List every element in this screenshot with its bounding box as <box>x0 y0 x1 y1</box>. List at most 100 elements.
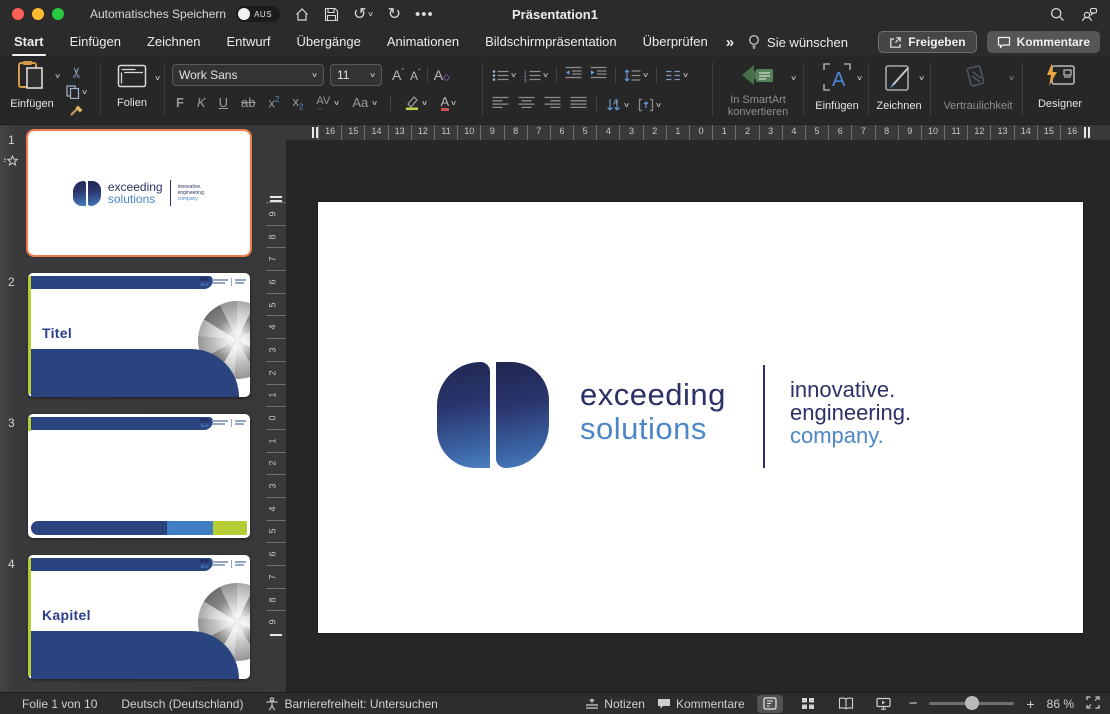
designer-button[interactable]: Designer <box>1028 62 1092 110</box>
tab-uebergaenge[interactable]: Übergänge <box>297 34 361 51</box>
lightbulb-icon[interactable] <box>748 34 760 50</box>
align-text-chevron-icon[interactable]: ∨ <box>655 101 662 109</box>
line-spacing-button[interactable]: ∨ <box>624 69 648 82</box>
decrease-indent-button[interactable] <box>565 66 582 84</box>
copy-icon[interactable]: ∨ <box>66 85 87 99</box>
new-slide-chevron-icon[interactable]: ∨ <box>154 74 161 82</box>
logo-tagline[interactable]: innovative. engineering. company. <box>790 378 911 447</box>
align-left-button[interactable] <box>492 96 509 114</box>
shrink-font-button[interactable]: Aˇ <box>410 68 421 83</box>
convert-to-smartart-button[interactable]: ∨ In SmartArt konvertieren <box>718 62 798 118</box>
fit-slide-to-window-button[interactable] <box>1086 696 1100 712</box>
text-direction-button[interactable]: A ∨ <box>606 98 629 112</box>
subscript-button[interactable]: x2 <box>292 94 303 112</box>
slide-thumbnail-1[interactable]: exceeding solutions innovative. engineer… <box>28 131 250 255</box>
bullets-button[interactable]: ∨ <box>492 69 516 82</box>
paste-button[interactable]: ∨ Einfügen <box>8 60 56 110</box>
character-spacing-button[interactable]: AV↔ <box>316 95 330 110</box>
normal-view-button[interactable] <box>757 695 783 713</box>
tab-ueberpruefen[interactable]: Überprüfen <box>643 34 708 51</box>
presenter-coach-icon[interactable] <box>1081 4 1098 24</box>
undo-chevron-icon[interactable]: ∨ <box>367 10 374 18</box>
font-color-button[interactable]: A ∨ <box>441 94 457 111</box>
highlight-color-button[interactable]: ∨ <box>404 95 427 110</box>
tab-start[interactable]: Start <box>14 34 44 51</box>
comments-button[interactable]: Kommentare <box>987 31 1100 53</box>
bullets-chevron-icon[interactable]: ∨ <box>510 71 517 79</box>
logo-petals[interactable] <box>437 362 549 468</box>
horizontal-ruler[interactable]: 1615141312111098765432101234567891011121… <box>266 125 1110 140</box>
bold-button[interactable]: F <box>176 95 184 110</box>
align-center-button[interactable] <box>518 96 535 114</box>
tab-bildschirmpraesentation[interactable]: Bildschirmpräsentation <box>485 34 617 51</box>
columns-chevron-icon[interactable]: ∨ <box>682 71 689 79</box>
notes-toggle[interactable]: Notizen <box>585 697 645 711</box>
redo-button[interactable]: ↻ <box>388 4 401 24</box>
close-window-button[interactable] <box>12 8 24 20</box>
logo-wordmark[interactable]: exceeding solutions <box>580 378 726 446</box>
text-direction-chevron-icon[interactable]: ∨ <box>623 101 630 109</box>
tab-animationen[interactable]: Animationen <box>387 34 459 51</box>
tab-einfuegen[interactable]: Einfügen <box>70 34 121 51</box>
zoom-slider[interactable] <box>929 702 1014 705</box>
slide-sorter-view-button[interactable] <box>795 695 821 713</box>
justify-button[interactable] <box>570 96 587 114</box>
change-case-button[interactable]: Aa <box>352 95 368 110</box>
tab-overflow-chevrons[interactable]: » <box>726 34 734 51</box>
highlight-color-chevron-icon[interactable]: ∨ <box>421 99 428 107</box>
copy-chevron-icon[interactable]: ∨ <box>81 88 88 96</box>
font-name-combo[interactable]: Work Sans∨ <box>172 64 324 86</box>
font-size-combo[interactable]: 11∨ <box>330 64 382 86</box>
search-icon[interactable] <box>1050 4 1065 24</box>
slide-counter[interactable]: Folie 1 von 10 <box>22 697 97 711</box>
slide-1-canvas[interactable]: exceeding solutions innovative. engineer… <box>318 202 1083 633</box>
clear-formatting-button[interactable]: A◇ <box>434 67 450 83</box>
new-slide-button[interactable]: ∨ Folien <box>106 64 158 109</box>
home-icon[interactable] <box>294 4 310 24</box>
insert-text-box-button[interactable]: A ∨ Einfügen <box>810 62 864 112</box>
zoom-in-button[interactable]: + <box>1026 696 1034 712</box>
slide-thumbnail-2[interactable]: Titel <box>28 273 250 397</box>
zoom-window-button[interactable] <box>52 8 64 20</box>
draw-chevron-icon[interactable]: ∨ <box>918 74 925 82</box>
strikethrough-button[interactable]: ab <box>241 95 255 110</box>
accessibility-checker[interactable]: Barrierefreiheit: Untersuchen <box>265 697 437 711</box>
grow-font-button[interactable]: Aˆ <box>392 67 404 83</box>
undo-button[interactable]: ↺∨ <box>353 4 374 24</box>
draw-shape-button[interactable]: ∨ Zeichnen <box>872 62 926 112</box>
line-spacing-chevron-icon[interactable]: ∨ <box>642 71 649 79</box>
tab-zeichnen[interactable]: Zeichnen <box>147 34 200 51</box>
zoom-slider-knob[interactable] <box>965 696 979 710</box>
autosave-toggle[interactable]: AUS <box>236 6 280 22</box>
zoom-out-button[interactable]: − <box>909 695 918 712</box>
reading-view-button[interactable] <box>833 695 859 713</box>
vertical-ruler[interactable]: 9876543210123456789 <box>266 140 286 692</box>
slide-thumbnail-4[interactable]: Kapitel <box>28 555 250 679</box>
smartart-chevron-icon[interactable]: ∨ <box>790 74 797 82</box>
numbering-button[interactable]: 123 ∨ <box>524 69 548 82</box>
sensitivity-button[interactable]: ∨ Vertraulichkeit <box>936 62 1020 112</box>
character-spacing-chevron-icon[interactable]: ∨ <box>333 99 340 107</box>
change-case-chevron-icon[interactable]: ∨ <box>371 99 378 107</box>
minimize-window-button[interactable] <box>32 8 44 20</box>
share-button[interactable]: Freigeben <box>878 31 976 53</box>
font-color-chevron-icon[interactable]: ∨ <box>450 99 457 107</box>
increase-indent-button[interactable] <box>590 66 607 84</box>
insert-chevron-icon[interactable]: ∨ <box>856 74 863 82</box>
align-right-button[interactable] <box>544 96 561 114</box>
format-painter-icon[interactable] <box>69 103 85 122</box>
slide-thumbnail-3[interactable] <box>28 414 250 538</box>
tell-me-label[interactable]: Sie wünschen <box>767 35 848 50</box>
tab-entwurf[interactable]: Entwurf <box>226 34 270 51</box>
transition-star-icon[interactable] <box>3 155 19 173</box>
comments-toggle[interactable]: Kommentare <box>657 697 745 711</box>
zoom-percentage[interactable]: 86 % <box>1047 697 1074 711</box>
underline-button[interactable]: U <box>219 95 228 110</box>
language-selector[interactable]: Deutsch (Deutschland) <box>121 697 243 711</box>
italic-button[interactable]: K <box>197 95 206 110</box>
superscript-button[interactable]: x2 <box>268 95 279 110</box>
slideshow-view-button[interactable] <box>871 695 897 713</box>
columns-button[interactable]: ∨ <box>665 69 688 82</box>
more-toolbar-commands-icon[interactable]: ••• <box>415 4 434 24</box>
numbering-chevron-icon[interactable]: ∨ <box>542 71 549 79</box>
